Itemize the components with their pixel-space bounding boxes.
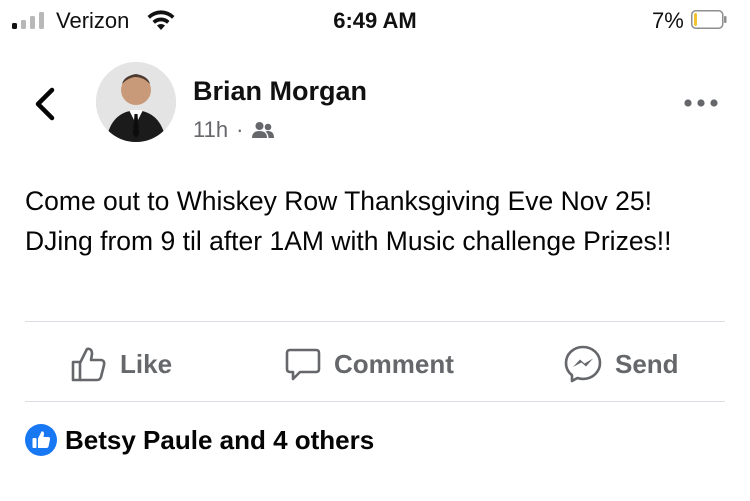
reactions-summary[interactable]: Betsy Paule and 4 others bbox=[25, 424, 374, 456]
divider-top bbox=[25, 321, 725, 322]
post-timestamp[interactable]: 11h bbox=[193, 117, 228, 143]
send-label: Send bbox=[615, 348, 679, 379]
send-button[interactable]: Send bbox=[563, 342, 679, 386]
divider-bottom bbox=[25, 401, 725, 402]
post-text: Come out to Whiskey Row Thanksgiving Eve… bbox=[25, 186, 672, 256]
status-time: 6:49 AM bbox=[333, 8, 417, 33]
comment-button[interactable]: Comment bbox=[284, 342, 454, 386]
messenger-icon bbox=[564, 345, 602, 383]
status-bar: Verizon 6:49 AM 7% bbox=[0, 0, 750, 40]
like-label: Like bbox=[120, 348, 173, 379]
battery-percent: 7% bbox=[652, 8, 684, 33]
friends-icon bbox=[252, 122, 275, 138]
comment-icon bbox=[285, 348, 321, 381]
like-button[interactable]: Like bbox=[70, 342, 172, 386]
author-avatar[interactable] bbox=[96, 62, 176, 142]
author-name[interactable]: Brian Morgan bbox=[193, 76, 367, 107]
battery-icon bbox=[691, 10, 727, 29]
reactions-text: Betsy Paule and 4 others bbox=[65, 424, 375, 455]
meta-separator: · bbox=[236, 117, 244, 142]
more-options-button[interactable] bbox=[682, 96, 720, 110]
like-reaction-icon bbox=[25, 424, 57, 456]
back-button[interactable] bbox=[30, 84, 60, 124]
thumbs-up-icon bbox=[71, 347, 106, 382]
comment-label: Comment bbox=[334, 348, 454, 379]
post-meta: 11h · bbox=[193, 117, 275, 143]
